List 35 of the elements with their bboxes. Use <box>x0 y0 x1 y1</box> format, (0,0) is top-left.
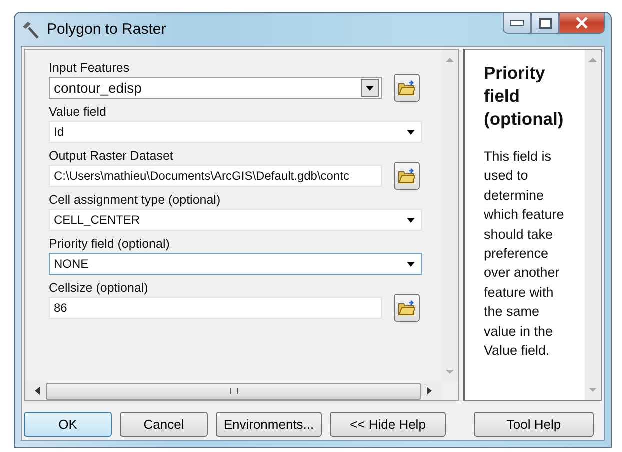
dialog-button[interactable]: OK <box>24 412 112 437</box>
dropdown-field[interactable]: NONE <box>49 252 422 274</box>
horizontal-scrollbar[interactable] <box>25 382 442 400</box>
close-button[interactable] <box>559 13 605 34</box>
folder-icon <box>398 80 416 96</box>
dropdown-field[interactable]: Id <box>49 120 422 142</box>
dialog-button[interactable]: Environments... <box>216 412 322 437</box>
field-label: Input Features <box>49 61 131 75</box>
dropdown-field[interactable]: contour_edisp <box>49 76 382 98</box>
maximize-button[interactable] <box>531 13 559 34</box>
help-title: Priority field (optional) <box>484 62 565 131</box>
dialog-button[interactable]: Cancel <box>120 412 208 437</box>
input-field[interactable]: C:\Users\mathieu\Documents\ArcGIS\Default.gdb\contc <box>49 164 382 186</box>
window-title: Polygon to Raster <box>47 21 166 38</box>
vertical-scrollbar[interactable] <box>442 50 458 382</box>
field-label: Cell assignment type (optional) <box>49 193 222 207</box>
field-label: Priority field (optional) <box>49 237 171 251</box>
field-label: Cellsize (optional) <box>49 281 150 295</box>
dialog-button[interactable]: Tool Help <box>474 412 594 437</box>
dialog-button[interactable]: << Hide Help <box>330 412 446 437</box>
field-label: Output Raster Dataset <box>49 149 174 163</box>
folder-icon <box>398 300 416 316</box>
browse-button[interactable] <box>394 162 420 190</box>
close-icon <box>575 17 589 29</box>
dropdown-field[interactable]: CELL_CENTER <box>49 208 422 230</box>
browse-button[interactable] <box>394 294 420 322</box>
input-field[interactable]: 86 <box>49 296 382 318</box>
help-text: This field is used to determine which feature should take preference over another feature with the same value in the Value field. <box>484 148 566 360</box>
browse-button[interactable] <box>394 74 420 102</box>
scrollbar-thumb[interactable] <box>46 382 421 400</box>
hammer-icon <box>21 20 41 40</box>
minimize-button[interactable] <box>503 13 531 34</box>
folder-icon <box>398 168 416 184</box>
vertical-scrollbar[interactable] <box>585 50 601 400</box>
field-label: Value field <box>49 105 108 119</box>
